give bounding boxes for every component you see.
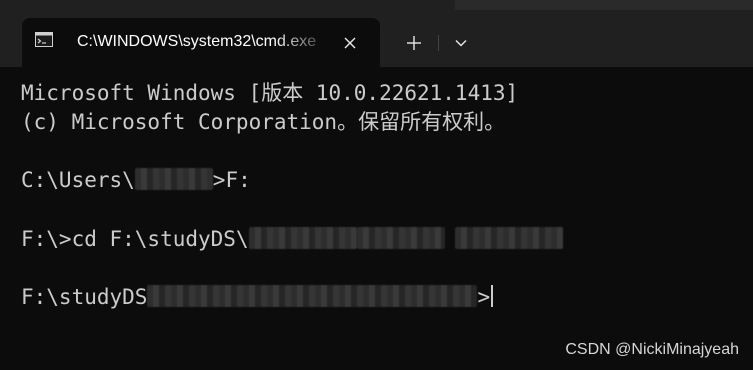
- redacted-path-segment: [356, 227, 445, 249]
- terminal-window: C:\WINDOWS\system32\cmd.exe Microsoft Wi…: [0, 0, 753, 370]
- terminal-line-current-prompt: F:\studyDS >: [21, 283, 494, 311]
- command-text: F:\>cd F:\studyDS\: [21, 227, 249, 251]
- prompt-symbol: >: [477, 285, 491, 309]
- csdn-watermark: CSDN @NickiMinajyeah: [565, 341, 739, 358]
- terminal-line-cd-command: F:\>cd F:\studyDS\: [21, 225, 563, 253]
- tab-title-fade: [274, 32, 344, 52]
- new-tab-button[interactable]: [399, 28, 429, 58]
- text-cursor: [491, 285, 494, 307]
- terminal-line-users-prompt: C:\Users\ >F:: [21, 166, 251, 194]
- tab-cmd[interactable]: C:\WINDOWS\system32\cmd.exe: [22, 18, 380, 67]
- plus-icon: [407, 36, 421, 50]
- profile-dropdown-button[interactable]: [446, 28, 476, 58]
- close-icon: [344, 37, 356, 49]
- terminal-line-version: Microsoft Windows [版本 10.0.22621.1413]: [21, 81, 519, 105]
- redacted-path-segment: [454, 227, 563, 249]
- tab-close-button[interactable]: [336, 29, 364, 57]
- redacted-path-segment: [248, 227, 357, 249]
- redacted-username: [134, 168, 213, 190]
- title-bar-edge: [455, 0, 753, 10]
- chevron-down-icon: [455, 40, 467, 47]
- command-prompt-icon: [35, 32, 53, 47]
- tab-divider: [438, 35, 439, 51]
- terminal-output[interactable]: Microsoft Windows [版本 10.0.22621.1413] (…: [0, 67, 753, 370]
- terminal-line-copyright: (c) Microsoft Corporation。保留所有权利。: [21, 110, 506, 134]
- prompt-path: F:\studyDS: [21, 285, 148, 309]
- redacted-path-segment: [147, 285, 478, 307]
- command-text: >F:: [212, 168, 251, 192]
- title-bar[interactable]: C:\WINDOWS\system32\cmd.exe: [0, 0, 753, 67]
- prompt-path: C:\Users\: [21, 168, 135, 192]
